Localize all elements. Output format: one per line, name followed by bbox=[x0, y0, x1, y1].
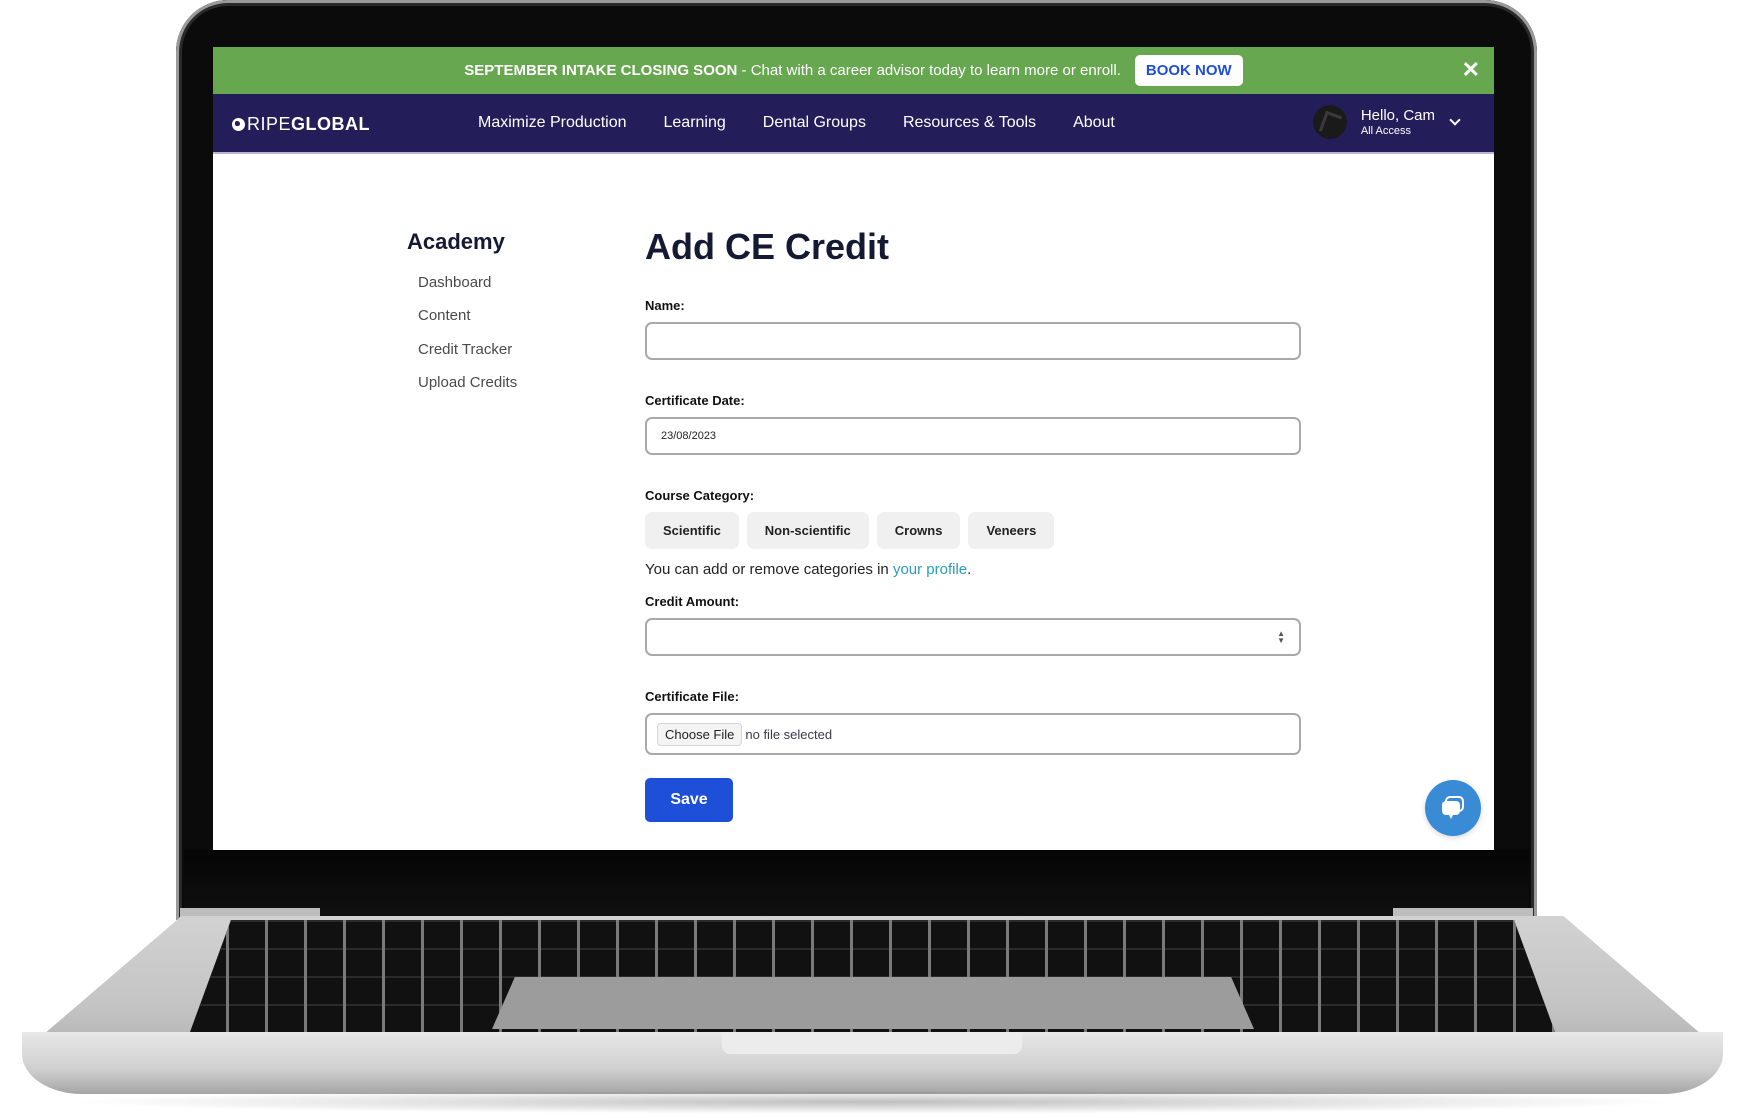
name-input[interactable] bbox=[645, 322, 1301, 360]
laptop-notch bbox=[722, 1032, 1022, 1054]
nav-link-learning[interactable]: Learning bbox=[664, 114, 726, 132]
category-help-text: You can add or remove categories in your… bbox=[645, 561, 1301, 578]
page-title: Add CE Credit bbox=[645, 226, 890, 267]
logo[interactable]: RIPE GLOBAL bbox=[232, 114, 370, 135]
category-chip-scientific[interactable]: Scientific bbox=[645, 512, 739, 549]
certificate-file-label: Certificate File: bbox=[645, 689, 739, 704]
globe-icon bbox=[232, 118, 245, 131]
nav-link-about[interactable]: About bbox=[1073, 114, 1115, 132]
chevron-down-icon[interactable] bbox=[1449, 114, 1461, 126]
laptop-shadow bbox=[60, 1090, 1685, 1114]
chevron-down-icon[interactable]: ▼ bbox=[1277, 637, 1285, 645]
sidebar-item-credit-tracker[interactable]: Credit Tracker bbox=[418, 341, 517, 374]
name-label: Name: bbox=[645, 298, 685, 313]
sidebar-item-content[interactable]: Content bbox=[418, 307, 517, 340]
certificate-date-label: Certificate Date: bbox=[645, 393, 745, 408]
sidebar-item-dashboard[interactable]: Dashboard bbox=[418, 274, 517, 307]
nav-link-resources-tools[interactable]: Resources & Tools bbox=[903, 114, 1036, 132]
nav-links: Maximize Production Learning Dental Grou… bbox=[478, 94, 1115, 152]
category-chip-crowns[interactable]: Crowns bbox=[876, 512, 961, 549]
help-suffix: . bbox=[967, 561, 972, 578]
number-stepper[interactable]: ▲ ▼ bbox=[1277, 630, 1285, 645]
nav-link-dental-groups[interactable]: Dental Groups bbox=[763, 114, 866, 132]
choose-file-button[interactable]: Choose File bbox=[657, 722, 743, 746]
category-chip-non-scientific[interactable]: Non-scientific bbox=[746, 512, 869, 549]
add-ce-credit-form: Add CE Credit Name: Certificate Date: 23… bbox=[645, 226, 1301, 822]
nav-link-maximize-production[interactable]: Maximize Production bbox=[478, 114, 627, 132]
user-greeting: Hello, Cam bbox=[1360, 106, 1435, 124]
certificate-file-input: Choose File no file selected bbox=[645, 713, 1301, 755]
promo-banner: SEPTEMBER INTAKE CLOSING SOON - Chat wit… bbox=[213, 47, 1494, 94]
file-status: no file selected bbox=[745, 726, 833, 742]
help-prefix: You can add or remove categories in bbox=[645, 561, 893, 578]
top-nav: RIPE GLOBAL Maximize Production Learning … bbox=[213, 94, 1494, 154]
book-now-button[interactable]: BOOK NOW bbox=[1134, 55, 1243, 86]
user-menu[interactable]: Hello, Cam All Access bbox=[1312, 105, 1461, 139]
laptop-bezel-bottom bbox=[184, 850, 1529, 920]
credit-amount-input[interactable]: ▲ ▼ bbox=[645, 618, 1301, 656]
screen: SEPTEMBER INTAKE CLOSING SOON - Chat wit… bbox=[213, 47, 1494, 850]
laptop-trackpad bbox=[492, 977, 1254, 1029]
category-chip-veneers[interactable]: Veneers bbox=[968, 512, 1055, 549]
user-text: Hello, Cam All Access bbox=[1361, 108, 1435, 137]
promo-message: - Chat with a career advisor today to le… bbox=[737, 62, 1121, 79]
credit-amount-label: Credit Amount: bbox=[645, 594, 740, 609]
sidebar-item-upload-credits[interactable]: Upload Credits bbox=[418, 374, 517, 407]
chat-bubble-icon bbox=[1442, 796, 1464, 819]
promo-text: SEPTEMBER INTAKE CLOSING SOON - Chat wit… bbox=[464, 62, 1121, 79]
profile-link[interactable]: your profile bbox=[893, 561, 967, 578]
close-icon[interactable]: ✕ bbox=[1462, 59, 1480, 81]
save-button[interactable]: Save bbox=[645, 778, 733, 822]
logo-text-light: RIPE bbox=[247, 114, 292, 134]
sidebar: Academy Dashboard Content Credit Tracker… bbox=[407, 229, 517, 408]
user-plan: All Access bbox=[1360, 124, 1411, 137]
promo-headline: SEPTEMBER INTAKE CLOSING SOON bbox=[464, 62, 738, 79]
certificate-date-input[interactable]: 23/08/2023 bbox=[645, 417, 1301, 455]
logo-text-bold: GLOBAL bbox=[291, 114, 371, 134]
chat-button[interactable] bbox=[1425, 780, 1481, 836]
course-category-chips: Scientific Non-scientific Crowns Veneers bbox=[645, 512, 1301, 549]
course-category-label: Course Category: bbox=[645, 488, 755, 503]
sidebar-title: Academy bbox=[407, 229, 505, 254]
sidebar-list: Dashboard Content Credit Tracker Upload … bbox=[418, 274, 517, 408]
avatar bbox=[1312, 105, 1347, 139]
